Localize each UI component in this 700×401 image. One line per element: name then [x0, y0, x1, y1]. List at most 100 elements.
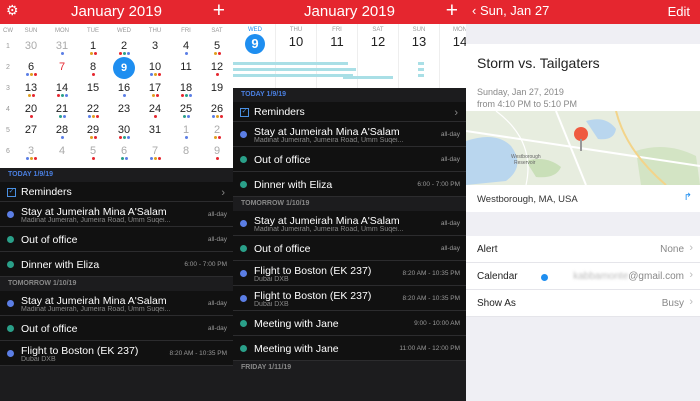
day-cell[interactable]: 3	[16, 145, 46, 161]
event-time: from 4:10 PM to 5:10 PM	[477, 99, 578, 109]
event-dots	[140, 73, 170, 77]
day-cell[interactable]: 11	[171, 61, 201, 77]
day-cell[interactable]: 3	[140, 40, 170, 56]
alert-row[interactable]: Alert None ›	[466, 236, 700, 263]
day-cell[interactable]: 30	[109, 124, 139, 140]
day-cell[interactable]: 4	[171, 40, 201, 56]
day-cell[interactable]: 27	[16, 124, 46, 140]
day-cell[interactable]: 7	[47, 61, 77, 77]
event-bar[interactable]	[418, 62, 424, 65]
event-dot	[29, 73, 33, 76]
event-row[interactable]: Out of office all-day	[233, 236, 466, 261]
day-cell[interactable]: 5	[202, 40, 232, 56]
day-cell[interactable]: 7	[140, 145, 170, 161]
day-cell[interactable]: 6	[109, 145, 139, 161]
day-cell[interactable]: 28	[47, 124, 77, 140]
day-cell[interactable]: 8	[171, 145, 201, 161]
event-dots	[202, 52, 232, 56]
header-title[interactable]: January 2019	[233, 3, 466, 20]
edit-button[interactable]: Edit	[668, 4, 690, 19]
event-row[interactable]: Flight to Boston (EK 237) Dubai DXB 8:20 A…	[0, 341, 233, 366]
day-cell[interactable]: 19	[202, 82, 232, 98]
reminders-row[interactable]: ✓ Reminders ›	[0, 182, 233, 202]
event-row[interactable]: Out of office all-day	[0, 227, 233, 252]
plus-icon[interactable]: +	[213, 0, 225, 23]
day-cell[interactable]: 20	[16, 103, 46, 119]
day-cell[interactable]: 6	[16, 61, 46, 77]
back-button[interactable]: ‹ Sun, Jan 27	[472, 3, 549, 18]
directions-icon[interactable]: ↱	[684, 192, 692, 203]
day-cell[interactable]: 12	[202, 61, 232, 77]
event-dot	[153, 115, 157, 118]
event-dots	[202, 136, 232, 140]
reminders-row[interactable]: ✓ Reminders ›	[233, 102, 466, 122]
plus-icon[interactable]: +	[446, 0, 458, 23]
event-bar[interactable]	[233, 62, 279, 65]
event-row[interactable]: Dinner with Eliza 6:00 - 7:00 PM	[233, 172, 466, 197]
week-day-column[interactable]: SUN 13	[399, 24, 440, 88]
agenda-section-header: TODAY 1/9/19	[233, 88, 466, 102]
event-bar[interactable]	[318, 68, 356, 71]
calendar-color-dot	[240, 181, 247, 188]
event-row[interactable]: Meeting with Jane 9:00 - 10:00 AM	[233, 311, 466, 336]
day-cell[interactable]: 2	[109, 40, 139, 56]
day-cell[interactable]: 14	[47, 82, 77, 98]
event-dot	[180, 94, 184, 97]
day-cell[interactable]: 26	[202, 103, 232, 119]
day-cell[interactable]: 16	[109, 82, 139, 98]
day-cell[interactable]: 29	[78, 124, 108, 140]
chevron-right-icon: ›	[689, 296, 693, 308]
event-bar[interactable]	[318, 62, 348, 65]
event-dot	[215, 73, 219, 76]
event-row[interactable]: Out of office all-day	[233, 147, 466, 172]
week-day-column[interactable]: THU 10	[276, 24, 317, 88]
day-cell[interactable]: 24	[140, 103, 170, 119]
day-cell[interactable]: 4	[47, 145, 77, 161]
event-row[interactable]: Dinner with Eliza 6:00 - 7:00 PM	[0, 252, 233, 277]
event-row[interactable]: Flight to Boston (EK 237) Dubai DXB 8:20 A…	[233, 261, 466, 286]
event-bar[interactable]	[418, 74, 424, 77]
day-cell[interactable]: 1	[78, 40, 108, 56]
day-cell[interactable]: 22	[78, 103, 108, 119]
day-cell[interactable]: 5	[78, 145, 108, 161]
event-dots	[171, 52, 201, 56]
day-cell[interactable]: 23	[109, 103, 139, 119]
day-cell[interactable]: 15	[78, 82, 108, 98]
show-as-row[interactable]: Show As Busy ›	[466, 290, 700, 317]
header-title[interactable]: January 2019	[0, 3, 233, 20]
event-row[interactable]: Stay at Jumeirah Mina A'Salam Madinat Jum…	[0, 202, 233, 227]
day-cell[interactable]: 31	[140, 124, 170, 140]
day-cell[interactable]: 31	[47, 40, 77, 56]
event-row[interactable]: Out of office all-day	[0, 316, 233, 341]
day-cell[interactable]: 17	[140, 82, 170, 98]
week-day-column[interactable]: WED 9	[235, 24, 276, 88]
day-cell[interactable]: 18	[171, 82, 201, 98]
day-cell[interactable]: 9	[109, 57, 139, 79]
day-number: 8	[89, 61, 97, 73]
event-bar[interactable]	[279, 62, 319, 65]
event-row[interactable]: Meeting with Jane 11:00 AM - 12:00 PM	[233, 336, 466, 361]
event-row[interactable]: Stay at Jumeirah Mina A'Salam Madinat Jum…	[233, 122, 466, 147]
location-map[interactable]: Westborough Reservoir	[466, 111, 700, 185]
chevron-right-icon: ›	[454, 107, 458, 119]
day-cell[interactable]: 25	[171, 103, 201, 119]
event-bar[interactable]	[279, 74, 334, 77]
day-cell[interactable]: 9	[202, 145, 232, 161]
event-row[interactable]: Stay at Jumeirah Mina A'Salam Madinat Jum…	[0, 291, 233, 316]
event-row[interactable]: Flight to Boston (EK 237) Dubai DXB 8:20 A…	[233, 286, 466, 311]
day-cell[interactable]: 2	[202, 124, 232, 140]
event-dots	[109, 115, 139, 119]
day-cell[interactable]: 8	[78, 61, 108, 77]
week-day-column[interactable]: MON 14	[440, 24, 466, 88]
day-cell[interactable]: 13	[16, 82, 46, 98]
event-row[interactable]: Stay at Jumeirah Mina A'Salam Madinat Jum…	[233, 211, 466, 236]
calendar-row[interactable]: Calendar kabbamonte@gmail.com ›	[466, 263, 700, 290]
day-cell[interactable]: 30	[16, 40, 46, 56]
day-cell[interactable]: 21	[47, 103, 77, 119]
event-bar[interactable]	[343, 76, 393, 79]
event-bar[interactable]	[418, 68, 424, 71]
day-number: 6	[120, 145, 128, 157]
event-location[interactable]: Westborough, MA, USA	[477, 194, 578, 205]
day-cell[interactable]: 10	[140, 61, 170, 77]
day-cell[interactable]: 1	[171, 124, 201, 140]
